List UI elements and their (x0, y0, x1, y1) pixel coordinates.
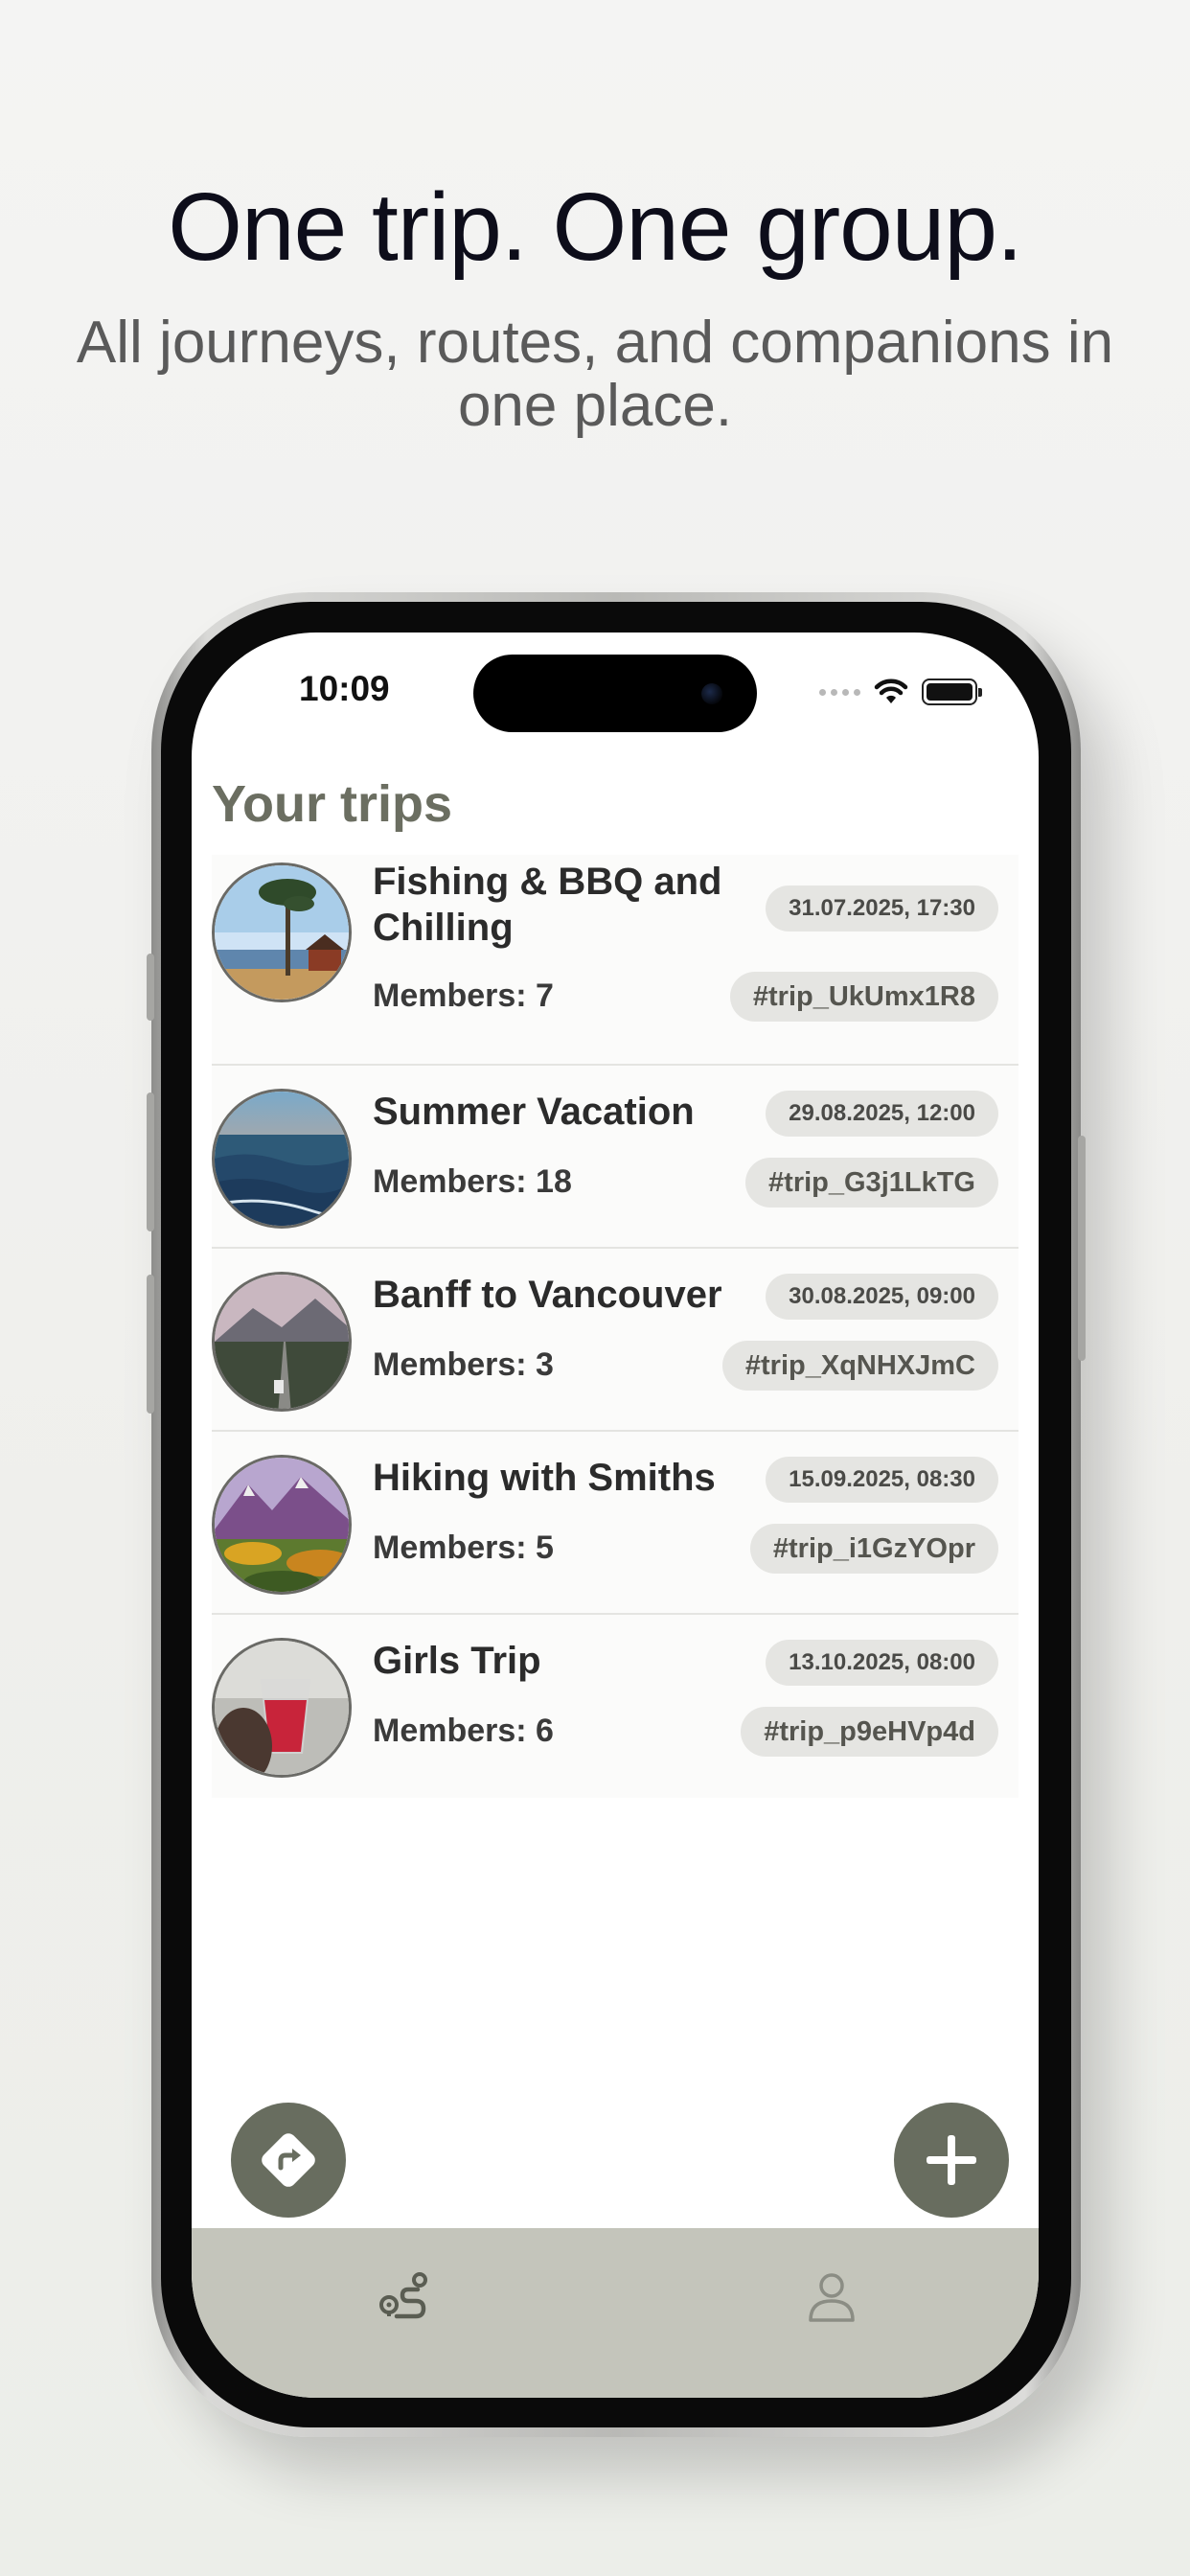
trip-image-ocean-sunset (212, 1089, 352, 1229)
trip-code-badge[interactable]: #trip_p9eHVp4d (741, 1707, 998, 1757)
trip-name: Hiking with Smiths (373, 1457, 716, 1499)
phone-action-button (147, 954, 154, 1021)
phone-volume-down-button (147, 1275, 154, 1414)
directions-icon (262, 2133, 315, 2187)
trip-card[interactable]: Summer Vacation Members: 18 29.08.2025, … (212, 1066, 1018, 1249)
trip-name: Banff to Vancouver (373, 1274, 722, 1316)
trip-members: Members: 18 (373, 1163, 572, 1200)
phone-power-button (1078, 1136, 1086, 1361)
battery-icon (922, 678, 982, 705)
headline: One trip. One group. (168, 173, 1023, 281)
tab-bar (192, 2228, 1039, 2398)
trip-members: Members: 6 (373, 1713, 554, 1749)
plus-icon (927, 2135, 976, 2185)
trip-members: Members: 3 (373, 1346, 554, 1383)
status-time: 10:09 (299, 669, 390, 708)
trip-image-red-drink (212, 1638, 352, 1778)
trip-code-badge[interactable]: #trip_i1GzYOpr (749, 1524, 998, 1574)
trip-members: Members: 7 (373, 978, 554, 1014)
trip-image-lake-tree-cabin (212, 862, 352, 1002)
tab-trips[interactable] (366, 2257, 443, 2334)
dynamic-island (473, 655, 757, 732)
trip-date-badge: 30.08.2025, 09:00 (766, 1274, 998, 1320)
phone-screen: 10:09 Your trips Fishing & BBQ and Chill… (192, 632, 1039, 2398)
trip-date-badge: 29.08.2025, 12:00 (766, 1091, 998, 1137)
trip-date-badge: 15.09.2025, 08:30 (766, 1457, 998, 1503)
directions-button[interactable] (231, 2103, 346, 2218)
trip-code-badge[interactable]: #trip_UkUmx1R8 (729, 972, 998, 1022)
trip-card[interactable]: Banff to Vancouver Members: 3 30.08.2025… (212, 1249, 1018, 1432)
wifi-icon (874, 678, 908, 703)
subheadline: All journeys, routes, and companions in … (76, 310, 1114, 439)
signal-icon (819, 688, 860, 696)
camera-icon (701, 683, 722, 704)
trip-card[interactable]: Hiking with Smiths Members: 5 15.09.2025… (212, 1432, 1018, 1615)
trip-name: Girls Trip (373, 1640, 541, 1682)
trip-name: Fishing & BBQ and Chilling (373, 861, 722, 949)
trip-members: Members: 5 (373, 1530, 554, 1566)
trip-date-badge: 13.10.2025, 08:00 (766, 1640, 998, 1686)
trip-list: Fishing & BBQ and Chilling Members: 7 31… (212, 855, 1018, 1798)
phone-volume-up-button (147, 1092, 154, 1231)
add-trip-button[interactable] (894, 2103, 1009, 2218)
status-icons (819, 678, 982, 705)
trip-name: Summer Vacation (373, 1091, 695, 1133)
trip-card[interactable]: Girls Trip Members: 6 13.10.2025, 08:00 … (212, 1615, 1018, 1798)
trip-image-mountain-road (212, 1272, 352, 1412)
trip-card[interactable]: Fishing & BBQ and Chilling Members: 7 31… (212, 855, 1018, 1066)
trip-date-badge: 31.07.2025, 17:30 (766, 886, 998, 932)
trip-code-badge[interactable]: #trip_XqNHXJmC (721, 1341, 998, 1391)
page-title: Your trips (212, 775, 453, 833)
profile-icon (809, 2273, 855, 2322)
trip-image-autumn-mountains (212, 1455, 352, 1595)
trip-code-badge[interactable]: #trip_G3j1LkTG (745, 1158, 998, 1208)
tab-profile[interactable] (793, 2257, 870, 2334)
route-icon (379, 2272, 427, 2319)
